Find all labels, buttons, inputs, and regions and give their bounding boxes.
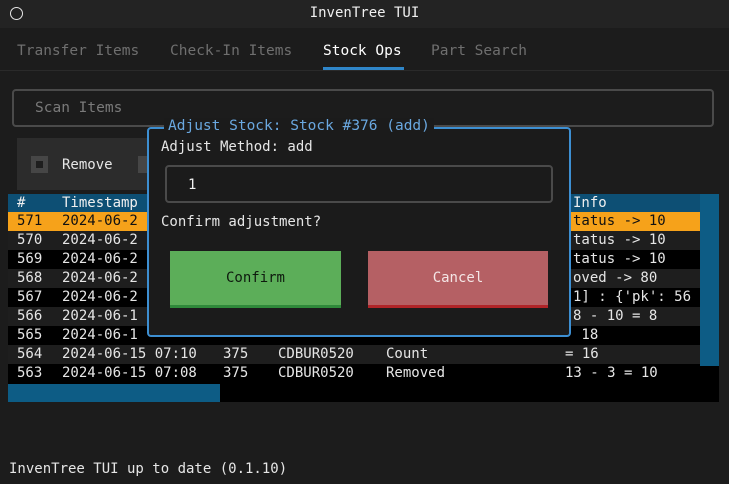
- table-row[interactable]: 563 2024-06-15 07:08 375 CDBUR0520 Remov…: [8, 364, 700, 383]
- confirm-button[interactable]: Confirm: [170, 251, 341, 308]
- row-part: CDBUR0520: [278, 365, 354, 381]
- column-header-timestamp: Timestamp: [62, 195, 138, 211]
- table-row[interactable]: 564 2024-06-15 07:10 375 CDBUR0520 Count…: [8, 345, 700, 364]
- adjust-method-label: Adjust Method: add: [161, 139, 313, 155]
- row-action: Count: [386, 346, 429, 362]
- row-id: 567: [17, 289, 43, 305]
- window-title: InvenTree TUI: [309, 5, 420, 21]
- tab-check-in-items[interactable]: Check-In Items: [170, 43, 292, 59]
- row-id: 568: [17, 270, 43, 286]
- confirm-question: Confirm adjustment?: [161, 214, 322, 230]
- row-info: tatus -> 10: [573, 251, 666, 267]
- column-header-info: Info: [573, 195, 607, 211]
- row-id: 570: [17, 232, 43, 248]
- row-id: 571: [17, 213, 43, 229]
- row-timestamp: 2024-06-2: [62, 213, 138, 229]
- row-timestamp: 2024-06-1: [62, 308, 138, 324]
- tab-part-search[interactable]: Part Search: [431, 43, 527, 59]
- row-info: tatus -> 10: [573, 232, 666, 248]
- row-id: 564: [17, 346, 43, 362]
- row-timestamp: 2024-06-2: [62, 270, 138, 286]
- horizontal-scrollbar[interactable]: [8, 384, 220, 402]
- row-timestamp: 2024-06-2: [62, 251, 138, 267]
- row-id: 563: [17, 365, 43, 381]
- row-timestamp: 2024-06-15 07:10: [62, 346, 197, 362]
- row-quantity: 375: [223, 346, 249, 362]
- row-action: Removed: [386, 365, 446, 381]
- quantity-value: 1: [188, 177, 197, 193]
- row-timestamp: 2024-06-1: [62, 327, 138, 343]
- row-info: 1] : {'pk': 56: [573, 289, 692, 305]
- row-info: = 16: [565, 346, 599, 362]
- row-timestamp: 2024-06-2: [62, 232, 138, 248]
- quantity-input[interactable]: [165, 165, 553, 203]
- active-tab-indicator: [323, 67, 404, 70]
- row-info: 18: [573, 327, 599, 343]
- row-info: tatus -> 10: [573, 213, 666, 229]
- remove-label[interactable]: Remove: [62, 157, 113, 173]
- row-info: 8 - 10 = 8: [573, 308, 658, 324]
- checkbox-mark: [36, 161, 43, 168]
- row-timestamp: 2024-06-2: [62, 289, 138, 305]
- row-info: oved -> 80: [573, 270, 658, 286]
- tab-stock-ops[interactable]: Stock Ops: [323, 43, 402, 59]
- tab-divider: [0, 70, 729, 71]
- scan-placeholder: Scan Items: [35, 100, 123, 116]
- row-id: 566: [17, 308, 43, 324]
- status-footer: InvenTree TUI up to date (0.1.10): [9, 461, 288, 477]
- row-info: 13 - 3 = 10: [565, 365, 658, 381]
- vertical-scrollbar[interactable]: [700, 194, 719, 366]
- row-id: 569: [17, 251, 43, 267]
- row-timestamp: 2024-06-15 07:08: [62, 365, 197, 381]
- row-part: CDBUR0520: [278, 346, 354, 362]
- row-id: 565: [17, 327, 43, 343]
- row-quantity: 375: [223, 365, 249, 381]
- tab-transfer-items[interactable]: Transfer Items: [17, 43, 139, 59]
- dialog-title: Adjust Stock: Stock #376 (add): [164, 118, 434, 134]
- column-header-id: #: [17, 195, 26, 211]
- cancel-button[interactable]: Cancel: [368, 251, 548, 308]
